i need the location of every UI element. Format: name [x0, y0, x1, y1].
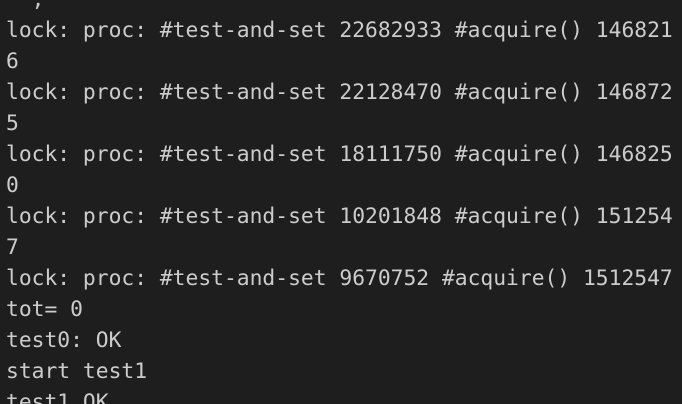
terminal-output[interactable]: , lock: proc: #test-and-set 22682933 #ac…	[0, 0, 682, 404]
terminal-lines: , lock: proc: #test-and-set 22682933 #ac…	[6, 0, 682, 404]
terminal-line: lock: proc: #test-and-set 18111750 #acqu…	[6, 142, 673, 167]
terminal-line: lock: proc: #test-and-set 22682933 #acqu…	[6, 18, 673, 43]
terminal-line: lock: proc: #test-and-set 9670752 #acqui…	[6, 266, 673, 291]
terminal-line: test0: OK	[6, 328, 122, 353]
terminal-line: 0	[6, 173, 19, 198]
terminal-line: start test1	[6, 359, 148, 384]
terminal-line-partial: ,	[6, 0, 682, 15]
terminal-line: 7	[6, 235, 19, 260]
terminal-line: tot= 0	[6, 297, 83, 322]
terminal-line: test1 OK	[6, 390, 109, 404]
terminal-line: lock: proc: #test-and-set 10201848 #acqu…	[6, 204, 673, 229]
terminal-line: lock: proc: #test-and-set 22128470 #acqu…	[6, 80, 673, 105]
terminal-line: 5	[6, 111, 19, 136]
terminal-line: 6	[6, 49, 19, 74]
